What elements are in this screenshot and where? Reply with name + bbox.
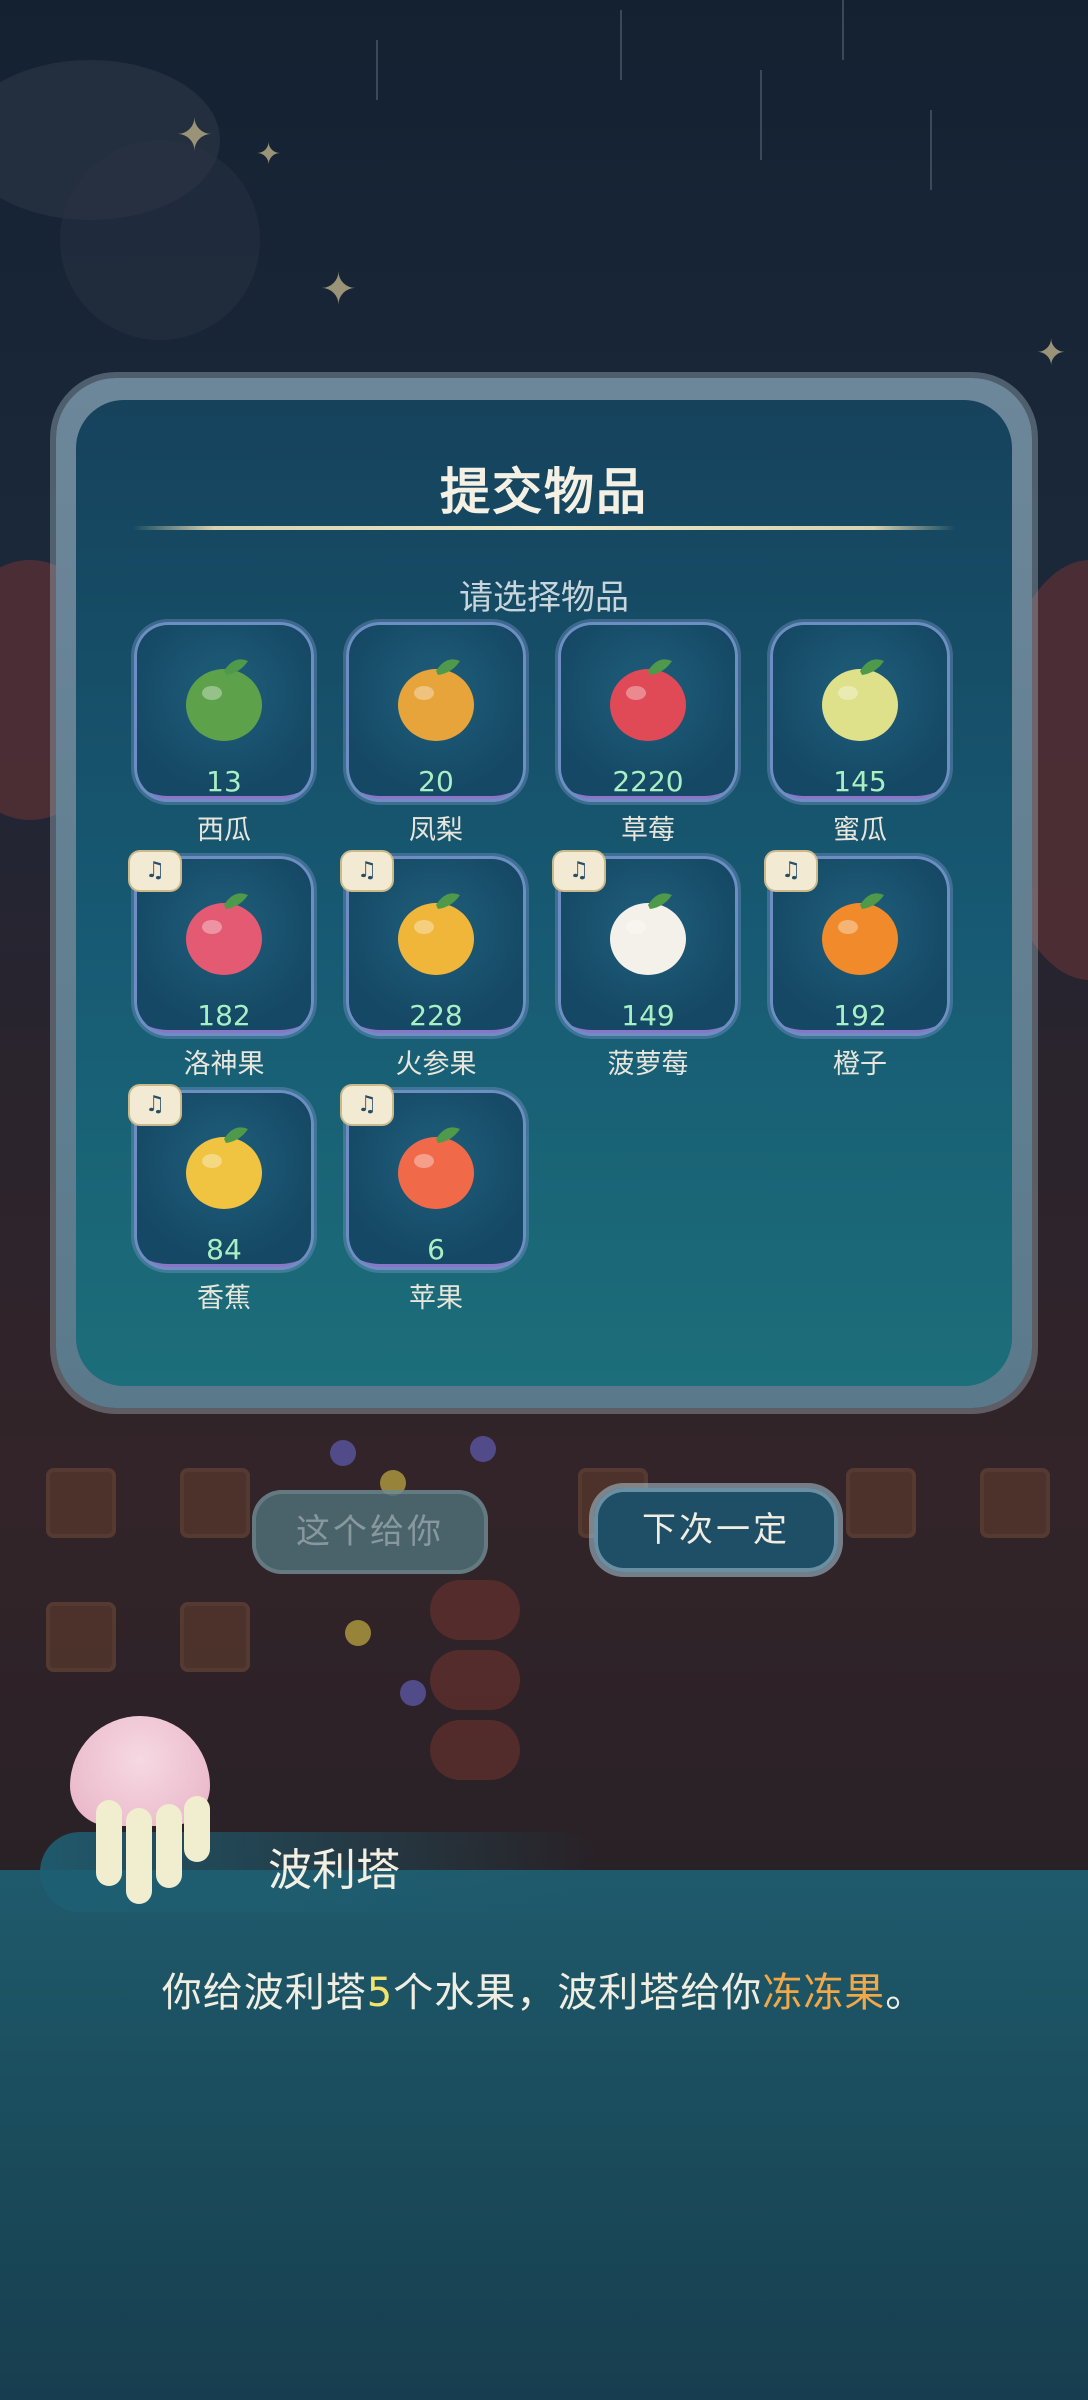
next-time-button[interactable]: 下次一定 (594, 1488, 838, 1572)
fruit-count-highlight: 5 (366, 1970, 394, 2016)
item-slot[interactable]: ♫ 192 橙子 (766, 852, 950, 1081)
item-slot[interactable]: ♫ 6 苹果 (342, 1086, 526, 1315)
item-count: 182 (197, 999, 251, 1032)
give-button[interactable]: 这个给你 (252, 1490, 488, 1574)
item-tile[interactable]: ♫ 192 (766, 852, 950, 1036)
title-divider (132, 526, 956, 530)
utensils-icon: ♫ (766, 852, 816, 890)
utensils-icon: ♫ (130, 852, 180, 890)
item-count: 84 (206, 1233, 242, 1266)
item-tile[interactable]: ♫ 84 (130, 1086, 314, 1270)
item-count: 192 (833, 999, 887, 1032)
utensils-icon: ♫ (130, 1086, 180, 1124)
item-count: 228 (409, 999, 463, 1032)
banana-icon (186, 1127, 262, 1210)
item-slot[interactable]: 2220 草莓 (558, 622, 738, 847)
item-name: 草莓 (621, 815, 675, 846)
item-name: 菠萝莓 (607, 1049, 689, 1080)
item-tile[interactable]: 13 (134, 622, 314, 802)
item-count: 6 (427, 1233, 445, 1266)
item-tile[interactable]: ♫ 6 (342, 1086, 526, 1270)
watermelon-icon (186, 659, 262, 742)
item-count: 149 (621, 999, 675, 1032)
item-tile[interactable]: 2220 (558, 622, 738, 802)
item-name: 火参果 (395, 1049, 477, 1080)
item-slot[interactable]: ♫ 84 香蕉 (130, 1086, 314, 1315)
item-name: 西瓜 (197, 815, 251, 846)
item-name: 香蕉 (197, 1283, 251, 1314)
horned-melon-icon (398, 893, 474, 976)
item-slot[interactable]: ♫ 228 火参果 (342, 852, 526, 1081)
dialogue-box[interactable] (0, 1870, 1088, 2400)
speaker-name: 波利塔 (268, 1845, 400, 1896)
item-slot[interactable]: 13 西瓜 (134, 622, 314, 847)
panel-body: 提交物品 请选择物品 13 西瓜 20 凤梨 2220 草莓 145 蜜瓜 ♫ 182 洛神果 ♫ 22… (76, 400, 1012, 1386)
item-name: 凤梨 (409, 815, 463, 846)
item-name: 蜜瓜 (833, 815, 887, 846)
item-slot[interactable]: ♫ 149 菠萝莓 (554, 852, 738, 1081)
submit-items-panel: 提交物品 请选择物品 13 西瓜 20 凤梨 2220 草莓 145 蜜瓜 ♫ 182 洛神果 ♫ 22… (56, 378, 1032, 1408)
roselle-icon (186, 893, 262, 976)
item-slot[interactable]: 145 蜜瓜 (770, 622, 950, 847)
strawberry-icon (610, 659, 686, 742)
item-count: 2220 (612, 765, 684, 798)
item-count: 20 (418, 765, 454, 798)
item-tile[interactable]: ♫ 228 (342, 852, 526, 1036)
panel-subtitle: 请选择物品 (459, 578, 629, 618)
utensils-icon: ♫ (554, 852, 604, 890)
melon-icon (822, 659, 898, 742)
item-name: 橙子 (833, 1049, 887, 1080)
item-tile[interactable]: 145 (770, 622, 950, 802)
utensils-icon: ♫ (342, 852, 392, 890)
item-name: 洛神果 (183, 1049, 265, 1080)
pineberry-icon (610, 893, 686, 976)
item-count: 145 (833, 765, 887, 798)
item-slot[interactable]: ♫ 182 洛神果 (130, 852, 314, 1081)
pineapple-icon (398, 659, 474, 742)
orange-icon (822, 893, 898, 976)
apple-icon (398, 1127, 474, 1210)
reward-item-highlight: 冻冻果 (762, 1970, 886, 2016)
item-slot[interactable]: 20 凤梨 (346, 622, 526, 847)
item-count: 13 (206, 765, 242, 798)
item-tile[interactable]: ♫ 182 (130, 852, 314, 1036)
panel-title: 提交物品 (440, 463, 648, 521)
item-tile[interactable]: ♫ 149 (554, 852, 738, 1036)
dialogue-text: 你给波利塔5个水果，波利塔给你冻冻果。 (161, 1970, 927, 2016)
utensils-icon: ♫ (342, 1086, 392, 1124)
item-name: 苹果 (409, 1283, 463, 1314)
item-tile[interactable]: 20 (346, 622, 526, 802)
